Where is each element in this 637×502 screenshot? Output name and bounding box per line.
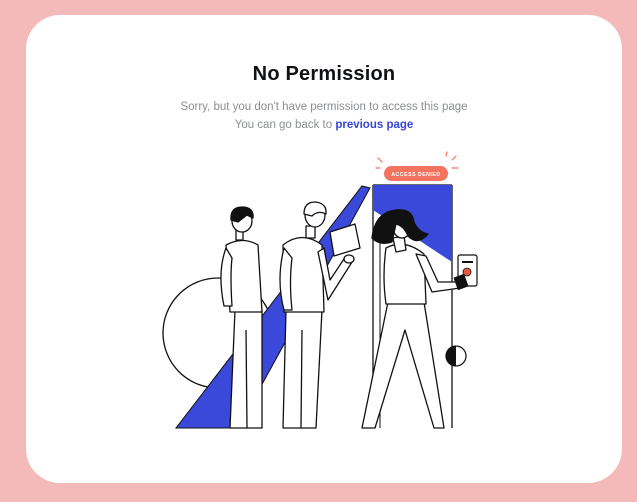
access-denied-illustration: ACCESS DENIED [162,151,478,429]
access-denied-badge: ACCESS DENIED [375,151,459,181]
badge-label: ACCESS DENIED [391,172,440,178]
person-middle [279,201,361,429]
